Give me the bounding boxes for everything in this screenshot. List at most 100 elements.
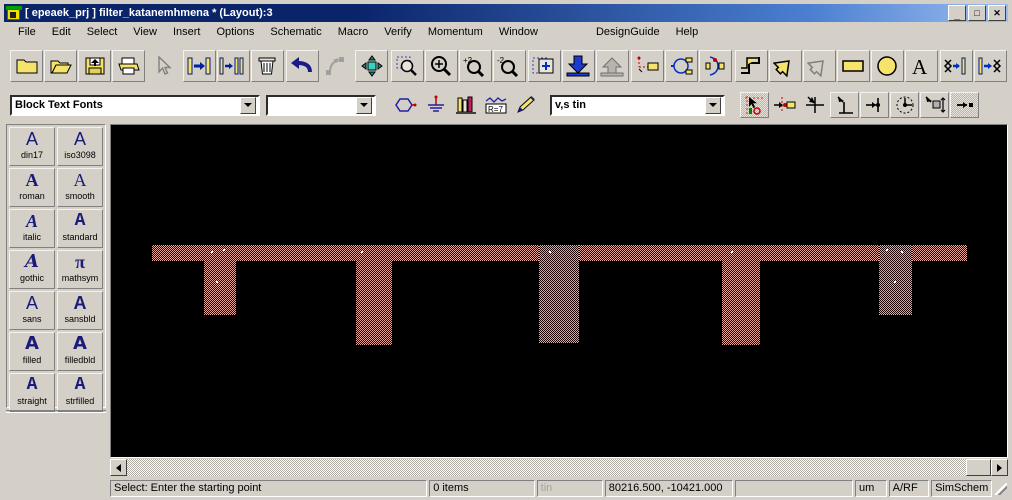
layout-canvas-frame[interactable] — [110, 124, 1008, 458]
scrollbar-thumb[interactable] — [966, 459, 991, 476]
status-message: Select: Enter the starting point — [110, 479, 428, 497]
snap-to-intersection-icon[interactable] — [920, 92, 949, 118]
snap-to-edge-icon[interactable] — [860, 92, 889, 118]
component-outline-icon[interactable] — [391, 92, 420, 118]
font-style-gothic[interactable]: Agothic — [9, 250, 55, 289]
font-style-din17[interactable]: Adin17 — [9, 127, 55, 166]
font-style-roman[interactable]: Aroman — [9, 168, 55, 207]
measure-left-icon[interactable] — [939, 50, 973, 82]
font-style-italic[interactable]: Aitalic — [9, 209, 55, 248]
menu-item-file[interactable]: File — [10, 24, 44, 40]
minimize-button[interactable]: _ — [948, 5, 966, 21]
chevron-down-icon[interactable] — [356, 96, 372, 114]
zoom-area-icon[interactable] — [390, 50, 424, 82]
undo-icon[interactable] — [285, 50, 319, 82]
scroll-right-arrow-icon[interactable] — [991, 459, 1008, 476]
rectangle-icon[interactable] — [836, 50, 870, 82]
open-folder-icon[interactable] — [44, 50, 77, 82]
stub-4[interactable] — [722, 245, 760, 345]
wire-label-icon[interactable] — [665, 50, 699, 82]
menu-item-insert[interactable]: Insert — [165, 24, 209, 40]
print-icon[interactable] — [112, 50, 145, 82]
polyline-path-icon[interactable] — [734, 50, 768, 82]
text-icon[interactable]: A — [904, 50, 938, 82]
measure-right-icon[interactable] — [973, 50, 1007, 82]
menu-item-edit[interactable]: Edit — [44, 24, 79, 40]
snap-to-angle-icon[interactable] — [800, 92, 829, 118]
close-button[interactable]: ✕ — [988, 5, 1006, 21]
select-arrow-icon[interactable] — [147, 50, 181, 82]
redo-icon[interactable] — [319, 50, 353, 82]
shape-vertex-marker — [901, 251, 903, 253]
zoom-fit-icon[interactable] — [424, 50, 458, 82]
menu-item-macro[interactable]: Macro — [330, 24, 377, 40]
chevron-down-icon[interactable] — [240, 96, 256, 114]
arrow-solid-icon[interactable] — [768, 50, 802, 82]
maximize-button[interactable]: □ — [968, 5, 986, 21]
push-into-icon[interactable] — [561, 50, 595, 82]
stub-2[interactable] — [356, 245, 392, 345]
zoom-out-icon[interactable]: -2 — [492, 50, 526, 82]
snap-to-center-icon[interactable] — [890, 92, 919, 118]
menu-item-options[interactable]: Options — [208, 24, 262, 40]
copy-icon[interactable] — [216, 50, 250, 82]
new-folder-icon[interactable] — [10, 50, 43, 82]
font-size-combo[interactable] — [266, 94, 376, 116]
zoom-in-icon[interactable]: +2 — [458, 50, 492, 82]
font-style-strfilled[interactable]: Astrfilled — [57, 373, 103, 412]
font-style-mathsym[interactable]: π mathsym — [57, 250, 103, 289]
menu-item-window[interactable]: Window — [491, 24, 546, 40]
menu-item-schematic[interactable]: Schematic — [262, 24, 329, 40]
stub-5[interactable] — [879, 245, 912, 315]
font-style-filledbld[interactable]: Afilledbld — [57, 332, 103, 371]
resize-grip-icon[interactable] — [994, 481, 1008, 496]
scrollbar-track[interactable] — [127, 459, 991, 476]
pin-icon[interactable] — [699, 50, 733, 82]
menu-item-designguide[interactable]: DesignGuide — [588, 24, 668, 40]
font-style-filled[interactable]: Afilled — [9, 332, 55, 371]
font-style-sans[interactable]: Asans — [9, 291, 55, 330]
shape-vertex-marker — [361, 251, 363, 253]
menu-item-momentum[interactable]: Momentum — [420, 24, 491, 40]
layer-combo[interactable]: v,s tin — [550, 94, 725, 116]
snap-to-grid-icon[interactable] — [770, 92, 799, 118]
font-style-smooth[interactable]: Asmooth — [57, 168, 103, 207]
arrow-outline-icon[interactable] — [802, 50, 836, 82]
font-style-standard[interactable]: Astandard — [57, 209, 103, 248]
snap-to-point-icon[interactable] — [950, 92, 979, 118]
font-style-sansbld[interactable]: Asansbld — [57, 291, 103, 330]
status-mode: A/RF — [888, 479, 930, 497]
library-icon[interactable] — [451, 92, 480, 118]
font-family-combo[interactable]: Block Text Fonts — [10, 94, 260, 116]
stub-3[interactable] — [539, 245, 579, 343]
font-style-straight[interactable]: Astraight — [9, 373, 55, 412]
hierarchy-icon[interactable] — [527, 50, 561, 82]
status-layer: tin — [536, 479, 603, 497]
circle-icon[interactable] — [870, 50, 904, 82]
font-glyph-icon: A — [73, 293, 87, 313]
menu-item-view[interactable]: View — [125, 24, 165, 40]
delete-trash-icon[interactable] — [250, 50, 284, 82]
layout-canvas[interactable] — [111, 125, 1007, 457]
edit-pencil-icon[interactable] — [511, 92, 540, 118]
pan-move-icon[interactable] — [355, 50, 389, 82]
horizontal-scrollbar[interactable] — [110, 459, 1008, 476]
menu-item-help[interactable]: Help — [668, 24, 707, 40]
cut-icon[interactable] — [182, 50, 216, 82]
wire-icon[interactable] — [631, 50, 665, 82]
chevron-down-icon[interactable] — [705, 96, 721, 114]
menu-item-select[interactable]: Select — [79, 24, 126, 40]
secondary-toolbar: Block Text Fonts R=7 v,s tin — [4, 89, 1008, 121]
font-style-iso3098[interactable]: Aiso3098 — [57, 127, 103, 166]
snap-enable-icon[interactable] — [740, 92, 769, 118]
save-icon[interactable] — [78, 50, 111, 82]
display-parameter-icon[interactable]: R=7 — [481, 92, 510, 118]
scroll-left-arrow-icon[interactable] — [110, 459, 127, 476]
snap-to-vertex-icon[interactable] — [830, 92, 859, 118]
ads-layout-window: [ epeaek_prj ] filter_katanemhmena * (La… — [0, 0, 1012, 500]
pop-out-icon[interactable] — [595, 50, 629, 82]
ground-icon[interactable] — [421, 92, 450, 118]
stub-1[interactable] — [204, 245, 236, 315]
font-glyph-icon: A — [25, 251, 39, 272]
menu-item-verify[interactable]: Verify — [376, 24, 420, 40]
